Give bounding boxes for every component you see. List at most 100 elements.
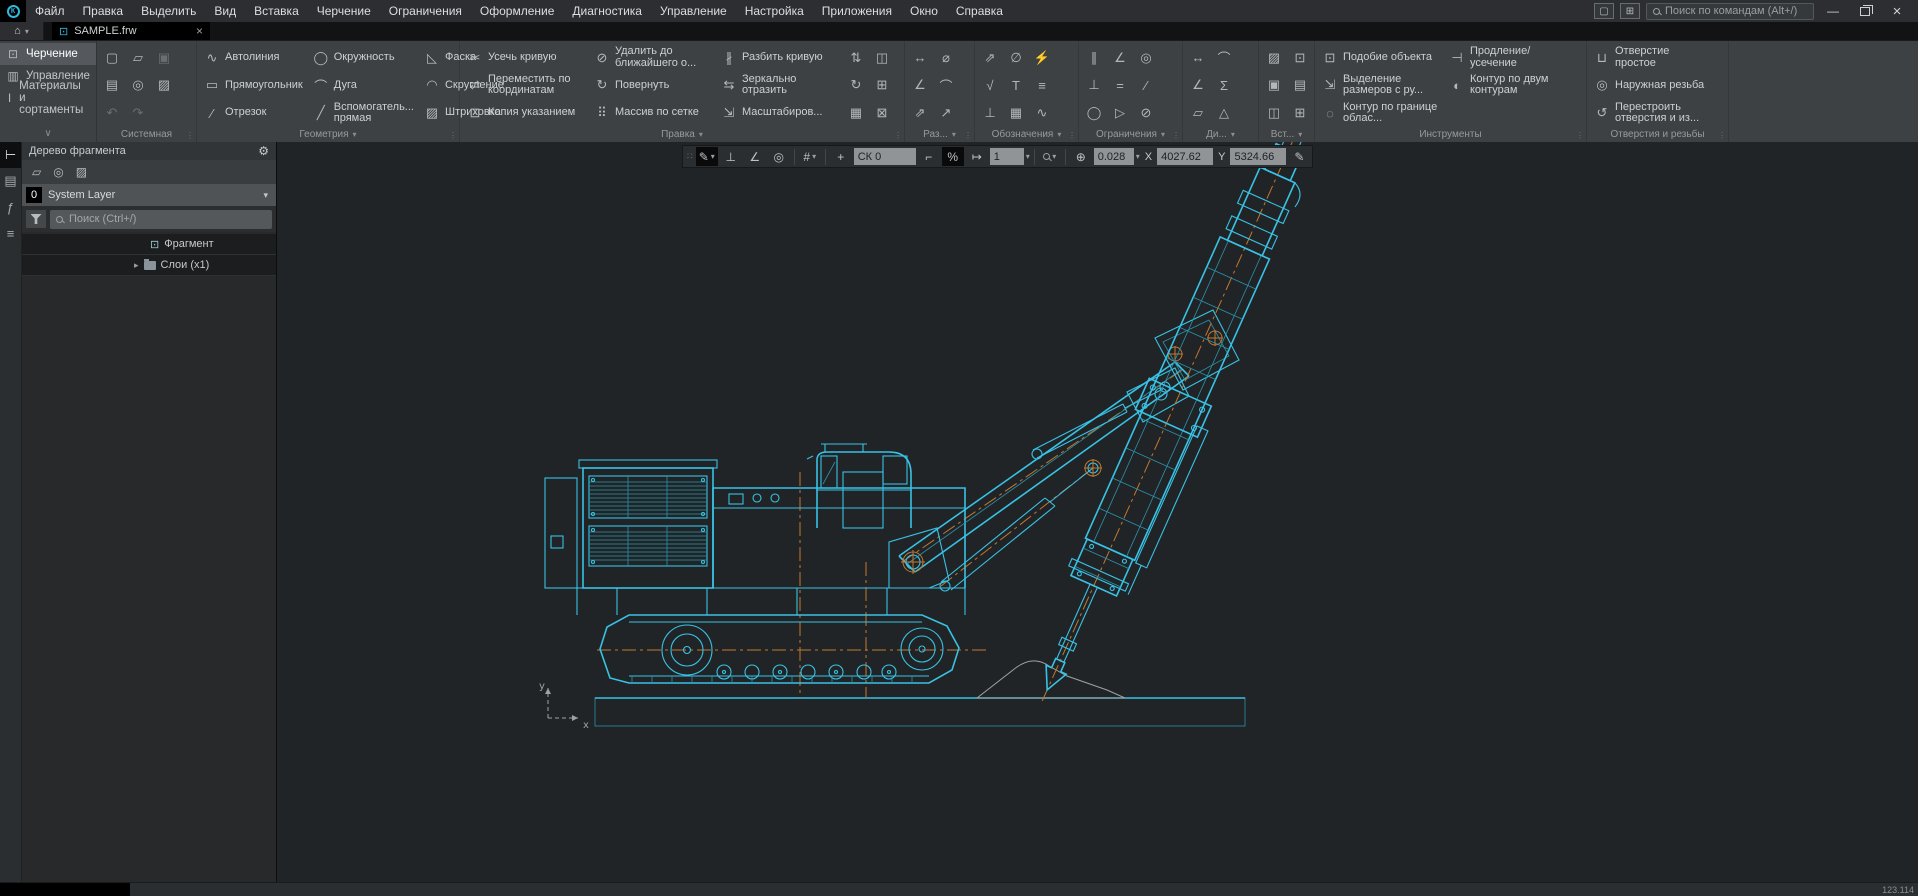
text[interactable]: T [1003,72,1029,100]
coordinate-system-select[interactable]: СК 0 [854,148,916,165]
table[interactable]: ▦ [1003,99,1029,127]
save-document[interactable]: ▣ [151,44,177,72]
rebuild-holes[interactable]: ↺Перестроить отверстия и из... [1589,99,1716,127]
contour-two-contours[interactable]: ◐Контур по двум контурам [1444,72,1571,100]
tree-item-layers[interactable]: ▸ Слои (x1) [22,255,276,276]
mirror-copy[interactable]: ◫ [869,44,895,72]
menu-help[interactable]: Справка [947,0,1012,22]
linear-dimension[interactable]: ↔ [907,44,933,72]
insert-tech-req[interactable]: ▤ [1287,72,1313,100]
insert-fragment[interactable]: ▣ [1261,72,1287,100]
menu-management[interactable]: Управление [651,0,736,22]
panel-tree[interactable]: ⊢ [0,142,21,168]
minimize-button[interactable]: — [1820,4,1846,18]
menu-select[interactable]: Выделить [132,0,205,22]
measure-angle[interactable]: ∠ [1185,72,1211,100]
object-similarity[interactable]: ⊡Подобие объекта [1317,44,1444,72]
grid-array[interactable]: ⠿Массив по сетке [589,99,716,127]
insert-table[interactable]: ⊞ [1287,99,1313,127]
expander-icon[interactable]: ▸ [134,260,139,271]
fix[interactable]: ▷ [1107,99,1133,127]
measure-area[interactable]: ▱ [1185,99,1211,127]
measure-node[interactable]: △ [1211,99,1237,127]
command-search-input[interactable]: Поиск по командам (Alt+/) [1646,3,1814,20]
block[interactable]: ⊘ [1133,99,1159,127]
scale[interactable]: ⇲Масштабиров... [716,99,843,127]
menu-insert[interactable]: Вставка [245,0,308,22]
menu-window[interactable]: Окно [901,0,947,22]
mode-drawing[interactable]: ⊡ Черчение [0,43,96,65]
gear-icon[interactable]: ⚙ [258,144,269,158]
close-button[interactable]: × [1884,3,1910,20]
panel-properties[interactable]: ▤ [0,168,21,194]
panel-fx[interactable]: ƒ [0,194,21,220]
image-filter[interactable]: ▨ [76,165,87,179]
split-curve[interactable]: ∦Разбить кривую [716,44,843,72]
measure-mass[interactable]: Σ [1211,72,1237,100]
perpendicular[interactable]: ⊥ [1081,72,1107,100]
print-preview[interactable]: ◎ [125,72,151,100]
radial-dimension[interactable]: ⌒ [933,72,959,100]
corner-mode-button[interactable]: ⌐ [918,147,940,166]
new-document[interactable]: ▢ [99,44,125,72]
magnifier-button[interactable]: ▾ [1039,147,1061,166]
step-icon-button[interactable]: ↦ [966,147,988,166]
pick-style-button[interactable]: ✎ [1288,147,1310,166]
roughness[interactable]: √ [977,72,1003,100]
mode-materials[interactable]: I Материалы и сортаменты [0,87,96,109]
group-geometry-label[interactable]: Геометрия ▾ ⋮ [197,127,459,142]
redo[interactable]: ↷ [125,99,151,127]
arc[interactable]: ⌒Дуга [308,72,419,100]
restore-button[interactable] [1860,7,1870,16]
print[interactable]: ▤ [99,72,125,100]
group-tools-label[interactable]: Инструменты ⋮ [1315,127,1586,142]
wavy-line[interactable]: ∿ [1029,99,1055,127]
kompas-logo-icon[interactable]: К [0,0,26,22]
auto-dimension[interactable]: ⇗ [907,99,933,127]
extend-trim[interactable]: ⊣Продление/ усечение [1444,44,1571,72]
group-diagnostics-label[interactable]: Ди... ▾ [1183,127,1258,142]
parallel[interactable]: ∥ [1081,44,1107,72]
delete-to-nearest[interactable]: ⊘Удалить до ближайшего о... [589,44,716,72]
undo[interactable]: ↶ [99,99,125,127]
axial-line[interactable]: ≡ [1029,72,1055,100]
diameter-sign[interactable]: ∅ [1003,44,1029,72]
segment[interactable]: ∕Отрезок [199,99,308,127]
menu-file[interactable]: Файл [26,0,74,22]
deform[interactable]: ⊞ [869,72,895,100]
auxiliary-line[interactable]: ╱Вспомогатель... прямая [308,99,419,127]
zoom-icon-button[interactable]: ⊕ [1070,147,1092,166]
menu-edit[interactable]: Правка [74,0,133,22]
menu-diagnostics[interactable]: Диагностика [563,0,651,22]
toolbar-grip[interactable]: ∷ [685,151,694,162]
save-as[interactable]: ▨ [151,72,177,100]
collinear[interactable]: ∕ [1133,72,1159,100]
delete-part[interactable]: ⊠ [869,99,895,127]
circle[interactable]: ◯Окружность [308,44,419,72]
move-copy[interactable]: ⇅ [843,44,869,72]
interface-layout-icon[interactable]: ▢ [1594,3,1614,19]
array-extra[interactable]: ▦ [843,99,869,127]
dimension-selection[interactable]: ⇲Выделение размеров с ру... [1317,72,1444,100]
equal[interactable]: = [1107,72,1133,100]
insert-local-frame[interactable]: ⊡ [1287,44,1313,72]
rotate-copy[interactable]: ↻ [843,72,869,100]
menu-drawing[interactable]: Черчение [308,0,380,22]
autoline[interactable]: ∿Автолиния [199,44,308,72]
diameter-dimension[interactable]: ⌀ [933,44,959,72]
group-insert-label[interactable]: Вст... ▾ [1259,127,1314,142]
collapsed-parameters-panel[interactable] [0,883,130,896]
snap-angle-toggle[interactable]: ∠ [744,147,766,166]
group-edit-label[interactable]: Правка ▾ ⋮ [460,127,904,142]
ribbon-collapse-icon[interactable]: ∨ [0,128,96,142]
lightning-mark[interactable]: ⚡ [1029,44,1055,72]
open-document[interactable]: ▱ [125,44,151,72]
menu-layout[interactable]: Оформление [471,0,563,22]
tree-search-input[interactable]: Поиск (Ctrl+/) [50,210,272,229]
rotate[interactable]: ↻Повернуть [589,72,716,100]
menu-settings[interactable]: Настройка [736,0,813,22]
y-coordinate-input[interactable]: 5324.66 [1230,148,1286,165]
group-dimensions-label[interactable]: Раз... ▾ ⋮ [905,127,974,142]
leader-line[interactable]: ⇗ [977,44,1003,72]
home-button[interactable]: ⌂ ▾ [0,22,44,40]
